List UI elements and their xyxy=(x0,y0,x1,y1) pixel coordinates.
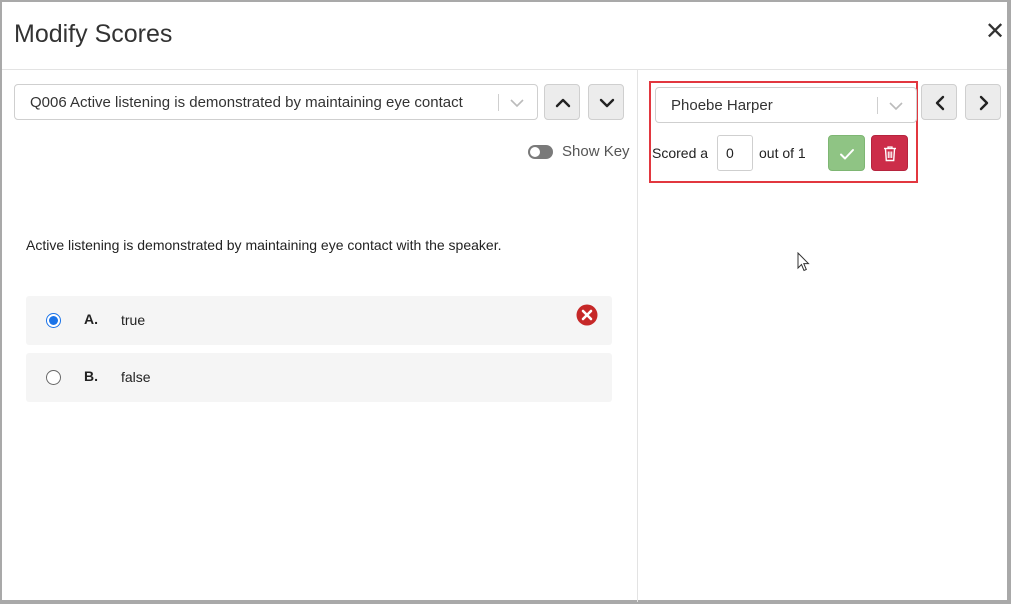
chevron-up-icon xyxy=(555,98,571,108)
option-b-radio[interactable] xyxy=(46,370,61,385)
option-text: true xyxy=(121,312,146,328)
question-text: Active listening is demonstrated by main… xyxy=(26,237,502,253)
option-letter: B. xyxy=(84,368,98,384)
question-pane: Q006 Active listening is demonstrated by… xyxy=(2,70,638,602)
question-select[interactable]: Q006 Active listening is demonstrated by… xyxy=(14,84,538,120)
student-select[interactable]: Phoebe Harper xyxy=(655,87,917,123)
chevron-left-icon xyxy=(935,95,945,111)
previous-student-button[interactable] xyxy=(921,84,957,120)
mouse-cursor-icon xyxy=(797,252,810,272)
scoring-pane: Phoebe Harper Scored a out of 1 xyxy=(639,70,1007,602)
out-of-label: out of 1 xyxy=(759,145,806,161)
chevron-down-icon xyxy=(510,99,524,108)
score-input[interactable] xyxy=(717,135,753,171)
scored-label: Scored a xyxy=(652,145,709,161)
select-separator xyxy=(877,97,878,114)
next-student-button[interactable] xyxy=(965,84,1001,120)
incorrect-answer-icon xyxy=(576,304,598,326)
option-text: false xyxy=(121,369,151,385)
question-select-value: Q006 Active listening is demonstrated by… xyxy=(30,94,463,111)
modal-title: Modify Scores xyxy=(14,20,173,48)
delete-score-button[interactable] xyxy=(871,135,908,171)
trash-icon xyxy=(884,146,896,162)
close-icon: ✕ xyxy=(984,18,1006,45)
student-select-value: Phoebe Harper xyxy=(671,97,773,114)
chevron-right-icon xyxy=(979,95,989,111)
chevron-down-icon xyxy=(889,102,903,111)
save-score-button[interactable] xyxy=(828,135,865,171)
modal-header: Modify Scores ✕ xyxy=(2,2,1007,70)
option-a[interactable]: A. true xyxy=(26,296,612,345)
toggle-knob xyxy=(530,147,540,157)
close-button[interactable]: ✕ xyxy=(983,18,1007,46)
show-key-label: Show Key xyxy=(562,143,630,160)
next-question-button[interactable] xyxy=(588,84,624,120)
option-letter: A. xyxy=(84,311,98,327)
option-b[interactable]: B. false xyxy=(26,353,612,402)
modify-scores-modal: Modify Scores ✕ Q006 Active listening is… xyxy=(0,0,1011,604)
previous-question-button[interactable] xyxy=(544,84,580,120)
check-icon xyxy=(840,149,854,160)
show-key-toggle[interactable] xyxy=(528,145,553,159)
option-a-radio[interactable] xyxy=(46,313,61,328)
select-separator xyxy=(498,94,499,111)
chevron-down-icon xyxy=(599,98,615,108)
